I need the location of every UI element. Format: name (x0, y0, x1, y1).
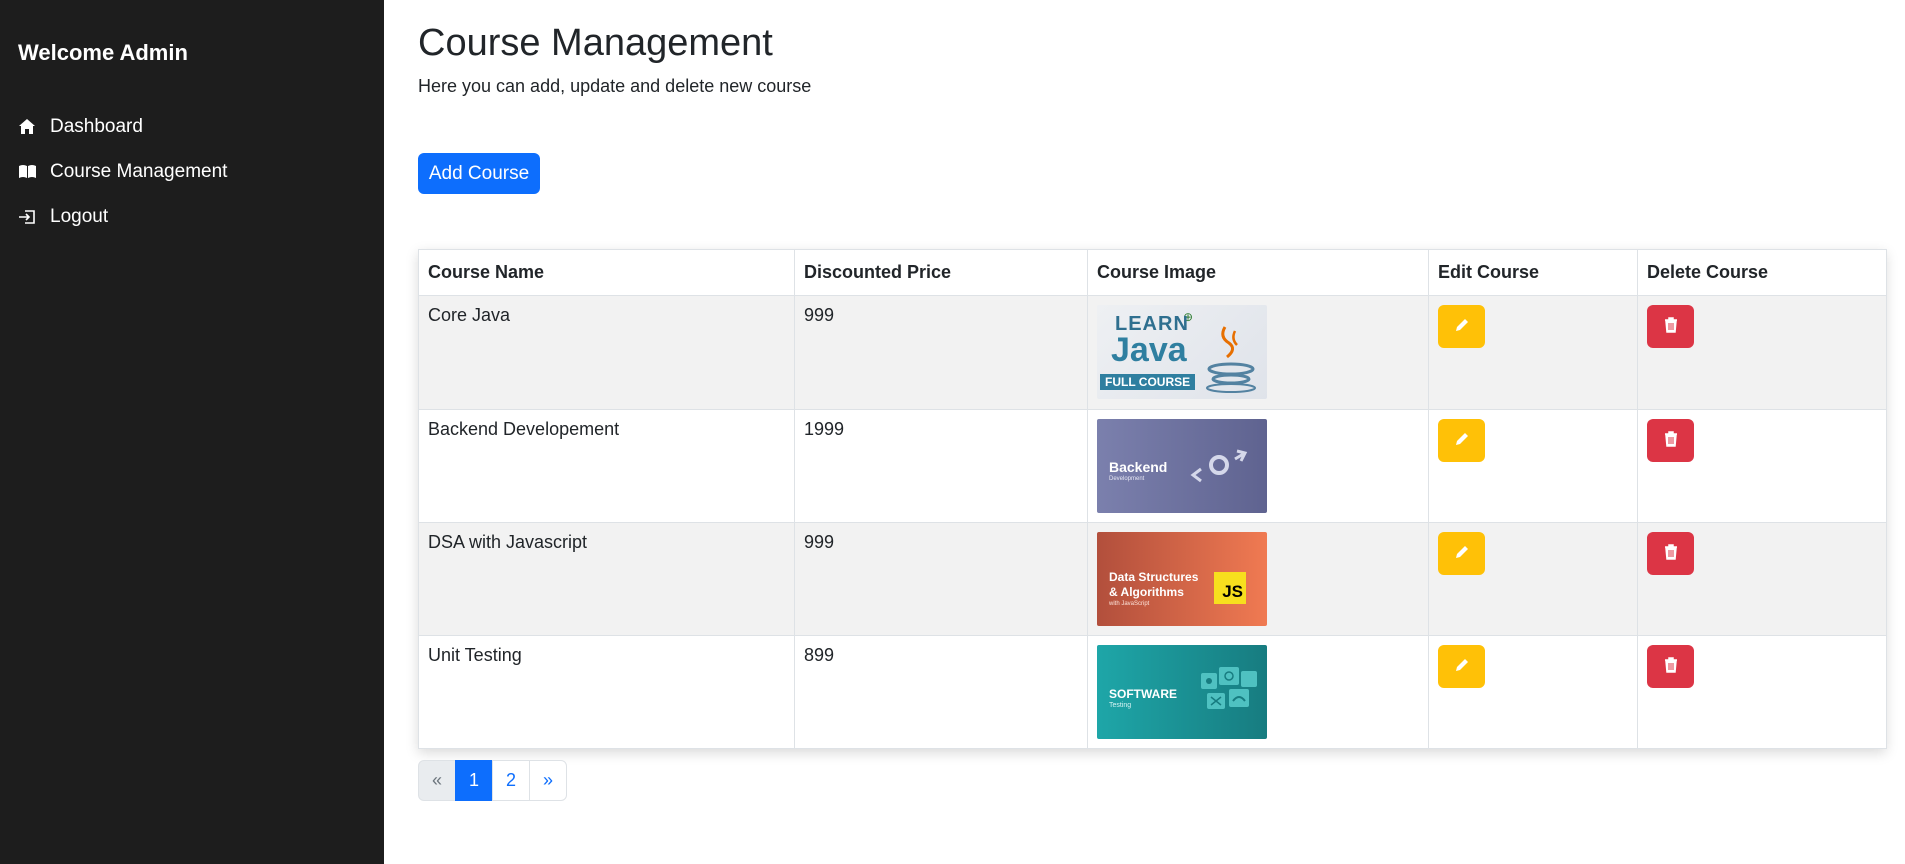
image-text-development: Development (1109, 476, 1145, 482)
pagination-page-2[interactable]: 2 (492, 760, 530, 801)
table-row: Backend Developement 1999 Backend Develo (418, 409, 1887, 523)
table-header-row: Course Name Discounted Price Course Imag… (418, 249, 1887, 296)
image-text-java: Java (1111, 331, 1187, 369)
edit-cell (1428, 409, 1638, 523)
header-edit-course: Edit Course (1428, 249, 1638, 296)
delete-cell (1637, 522, 1887, 636)
trash-icon (1664, 544, 1678, 563)
course-price: 999 (794, 522, 1088, 636)
edit-course-button[interactable] (1438, 305, 1485, 348)
sidebar-item-logout[interactable]: Logout (18, 194, 227, 239)
sidebar-item-label: Dashboard (50, 115, 143, 137)
table-row: Core Java 999 ⊕ LEARN Java FULL COURSE (418, 295, 1887, 410)
course-image-cell: Backend Development (1087, 409, 1429, 523)
course-price: 999 (794, 295, 1088, 410)
course-price: 1999 (794, 409, 1088, 523)
course-name: Core Java (418, 295, 795, 410)
course-image-cell: ⊕ LEARN Java FULL COURSE (1087, 295, 1429, 410)
course-name: DSA with Javascript (418, 522, 795, 636)
image-text-with-javascript: with JavaScript (1109, 601, 1150, 607)
edit-cell (1428, 295, 1638, 410)
image-text-data-structures: Data Structures (1109, 570, 1199, 584)
header-discounted-price: Discounted Price (794, 249, 1088, 296)
sidebar: Welcome Admin Dashboard Course Managemen… (0, 0, 384, 864)
delete-course-button[interactable] (1647, 532, 1694, 575)
edit-course-button[interactable] (1438, 532, 1485, 575)
course-name: Backend Developement (418, 409, 795, 523)
header-delete-course: Delete Course (1637, 249, 1887, 296)
book-icon (18, 164, 50, 179)
page-subtitle: Here you can add, update and delete new … (418, 76, 812, 96)
sidebar-title: Welcome Admin (18, 40, 188, 65)
table-row: Unit Testing 899 SOFTWARE Testing (418, 635, 1887, 749)
image-text-testing: Testing (1109, 702, 1132, 709)
course-image-dsa: Data Structures & Algorithms with JavaSc… (1097, 532, 1267, 626)
trash-icon (1664, 657, 1678, 676)
course-name: Unit Testing (418, 635, 795, 749)
course-image-backend: Backend Development (1097, 419, 1267, 513)
pencil-icon (1454, 657, 1470, 676)
course-table: Course Name Discounted Price Course Imag… (418, 249, 1887, 749)
sidebar-item-course-management[interactable]: Course Management (18, 149, 227, 194)
delete-cell (1637, 295, 1887, 410)
header-course-image: Course Image (1087, 249, 1429, 296)
sidebar-nav: Dashboard Course Management Logout (18, 104, 227, 239)
pencil-icon (1454, 544, 1470, 563)
course-image-java: ⊕ LEARN Java FULL COURSE (1097, 305, 1267, 399)
table-row: DSA with Javascript 999 Data Structures … (418, 522, 1887, 636)
course-image-cell: SOFTWARE Testing (1087, 635, 1429, 749)
delete-cell (1637, 635, 1887, 749)
pagination: « 1 2 » (418, 760, 567, 801)
edit-course-button[interactable] (1438, 645, 1485, 688)
edit-cell (1428, 522, 1638, 636)
image-text-software: SOFTWARE (1109, 687, 1177, 701)
trash-icon (1664, 431, 1678, 450)
image-text-full-course: FULL COURSE (1100, 374, 1196, 390)
course-image-testing: SOFTWARE Testing (1097, 645, 1267, 739)
home-icon (18, 118, 50, 135)
edit-cell (1428, 635, 1638, 749)
sidebar-item-dashboard[interactable]: Dashboard (18, 104, 227, 149)
trash-icon (1664, 317, 1678, 336)
course-image-cell: Data Structures & Algorithms with JavaSc… (1087, 522, 1429, 636)
delete-cell (1637, 409, 1887, 523)
image-text-algorithms: & Algorithms (1109, 585, 1184, 599)
course-price: 899 (794, 635, 1088, 749)
pagination-prev[interactable]: « (418, 760, 456, 801)
header-course-name: Course Name (418, 249, 795, 296)
logout-icon (18, 209, 50, 225)
delete-course-button[interactable] (1647, 305, 1694, 348)
delete-course-button[interactable] (1647, 645, 1694, 688)
js-badge: JS (1214, 572, 1246, 604)
sidebar-item-label: Course Management (50, 160, 228, 182)
page-title: Course Management (418, 22, 773, 64)
sidebar-item-label: Logout (50, 205, 109, 227)
pagination-next[interactable]: » (529, 760, 567, 801)
pagination-page-1[interactable]: 1 (455, 760, 493, 801)
image-text-backend: Backend (1109, 459, 1168, 475)
delete-course-button[interactable] (1647, 419, 1694, 462)
edit-course-button[interactable] (1438, 419, 1485, 462)
pencil-icon (1454, 317, 1470, 336)
pencil-icon (1454, 431, 1470, 450)
add-course-button[interactable]: Add Course (418, 153, 540, 194)
